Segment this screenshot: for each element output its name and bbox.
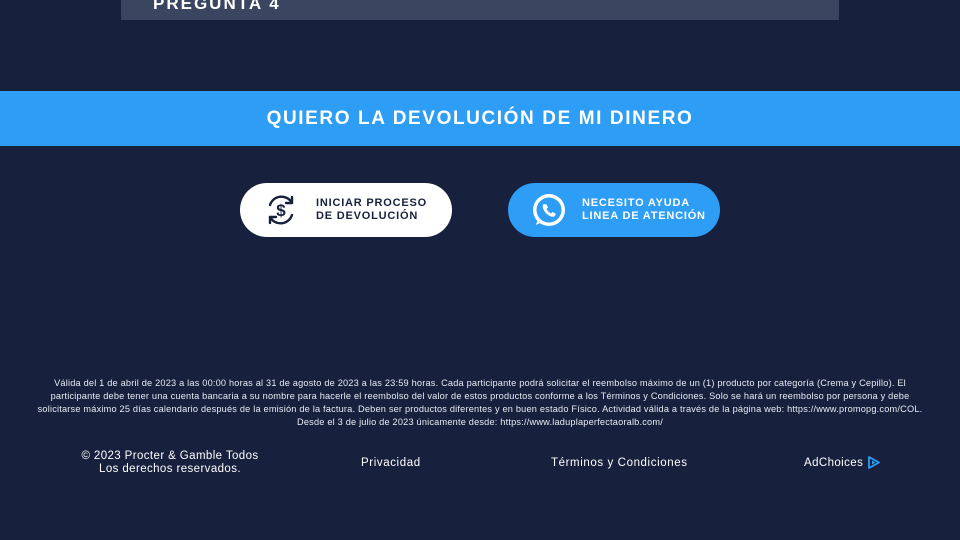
help-line-label-line1: NECESITO AYUDA	[582, 197, 690, 209]
adchoices-label: AdChoices	[804, 456, 864, 469]
svg-text:$: $	[276, 201, 286, 220]
refund-banner-title: QUIERO LA DEVOLUCIÓN DE MI DINERO	[266, 107, 694, 129]
faq-question-label: PREGUNTA 4	[153, 0, 281, 13]
adchoices-link[interactable]: AdChoices	[804, 456, 881, 469]
whatsapp-icon	[533, 194, 565, 226]
refund-banner: QUIERO LA DEVOLUCIÓN DE MI DINERO	[0, 91, 960, 146]
faq-question-4[interactable]: PREGUNTA 4	[121, 0, 839, 20]
copyright-line1: © 2023 Procter & Gamble Todos	[81, 450, 259, 462]
copyright-line2: Los derechos reservados.	[99, 463, 241, 475]
start-refund-label-line2: DE DEVOLUCIÓN	[316, 210, 419, 222]
start-refund-label-line1: INICIAR PROCESO	[316, 197, 428, 209]
dollar-refresh-icon: $	[268, 195, 294, 225]
adchoices-icon	[868, 456, 881, 469]
help-line-label-line2: LINEA DE ATENCIÓN	[582, 210, 706, 222]
legal-disclaimer: Válida del 1 de abril de 2023 a las 00:0…	[37, 378, 923, 427]
privacy-link[interactable]: Privacidad	[361, 457, 421, 469]
start-refund-button[interactable]: $ INICIAR PROCESO DE DEVOLUCIÓN	[240, 183, 452, 237]
copyright: © 2023 Procter & Gamble Todos Los derech…	[70, 450, 270, 476]
help-line-button[interactable]: NECESITO AYUDA LINEA DE ATENCIÓN	[508, 183, 720, 237]
terms-link[interactable]: Términos y Condiciones	[551, 457, 688, 469]
